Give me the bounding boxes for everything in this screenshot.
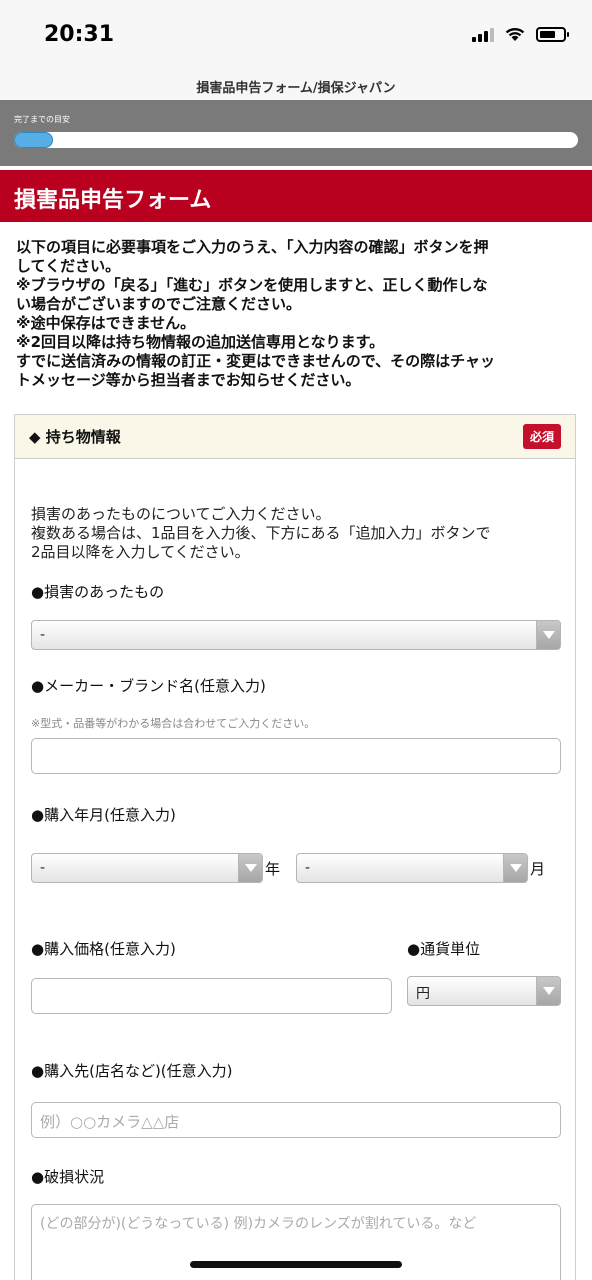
- intro-line: ※途中保存はできません。: [16, 314, 196, 332]
- battery-icon: [536, 26, 569, 42]
- status-bar: 20:31: [0, 0, 592, 70]
- progress-label: 完了までの目安: [14, 115, 70, 124]
- intro-line: い場合がございますのでご注意ください。: [16, 295, 302, 313]
- damage-placeholder: (どの部分が)(どうなっている) 例)カメラのレンズが割れている。など: [40, 1216, 477, 1232]
- store-placeholder: 例）○○カメラ△△店: [40, 1113, 180, 1131]
- required-badge: 必須: [522, 424, 561, 449]
- maker-input[interactable]: [31, 738, 561, 774]
- section-description-line: 2品目以降を入力してください。: [31, 543, 250, 561]
- intro-line: ※2回目以降は持ち物情報の追加送信専用となります。: [16, 333, 385, 351]
- progress-fill: [14, 132, 54, 148]
- currency-label: ●通貨単位: [407, 940, 481, 958]
- intro-text: 以下の項目に必要事項をご入力のうえ、「入力内容の確認」ボタンを押 してください。 ※…: [0, 222, 592, 390]
- damaged-item-value: -: [40, 627, 46, 643]
- wifi-icon: [505, 27, 525, 41]
- site-title: 損害品申告フォーム/損保ジャパン: [0, 70, 592, 100]
- status-time: 20:31: [44, 22, 115, 47]
- currency-select[interactable]: 円: [407, 976, 561, 1006]
- damage-label: ●破損状況: [31, 1168, 105, 1186]
- currency-value: 円: [416, 986, 430, 1002]
- damaged-item-select[interactable]: -: [31, 620, 561, 650]
- section-title: ◆ 持ち物情報: [29, 428, 121, 446]
- maker-label: ●メーカー・ブランド名(任意入力): [31, 677, 266, 695]
- store-input[interactable]: 例）○○カメラ△△店: [31, 1102, 561, 1138]
- purchase-date-label: ●購入年月(任意入力): [31, 806, 176, 824]
- intro-line: ※ブラウザの「戻る」「進む」ボタンを使用しますと、正しく動作しな: [16, 276, 488, 294]
- purchase-month-value: -: [305, 860, 311, 876]
- home-indicator: [190, 1261, 402, 1268]
- price-label: ●購入価格(任意入力): [31, 940, 176, 958]
- section-description: 損害のあったものについてご入力ください。 複数ある場合は、1品目を入力後、下方にあ…: [31, 505, 575, 562]
- year-suffix: 年: [265, 860, 281, 878]
- status-icons: [472, 26, 569, 42]
- chevron-down-icon: [238, 854, 262, 882]
- belongings-section: ◆ 持ち物情報 必須 損害のあったものについてご入力ください。 複数ある場合は、1…: [14, 414, 576, 1280]
- section-header: ◆ 持ち物情報 必須: [15, 415, 575, 459]
- intro-line: してください。: [16, 257, 121, 275]
- damaged-item-label: ●損害のあったもの: [31, 583, 165, 601]
- intro-line: 以下の項目に必要事項をご入力のうえ、「入力内容の確認」ボタンを押: [16, 238, 489, 256]
- section-description-line: 複数ある場合は、1品目を入力後、下方にある「追加入力」ボタンで: [31, 524, 491, 542]
- cellular-signal-icon: [472, 26, 494, 42]
- intro-line: すでに送信済みの情報の訂正・変更はできませんので、その際はチャッ: [16, 352, 495, 370]
- damage-textarea[interactable]: (どの部分が)(どうなっている) 例)カメラのレンズが割れている。など: [31, 1204, 561, 1280]
- chevron-down-icon: [503, 854, 527, 882]
- progress-bar: [14, 132, 578, 148]
- chevron-down-icon: [536, 621, 560, 649]
- progress-area: 完了までの目安: [0, 100, 592, 166]
- store-label: ●購入先(店名など)(任意入力): [31, 1062, 233, 1080]
- chevron-down-icon: [536, 977, 560, 1005]
- price-input[interactable]: [31, 978, 392, 1014]
- maker-note: ※型式・品番等がわかる場合は合わせてご入力ください。: [31, 717, 316, 730]
- purchase-year-value: -: [40, 860, 46, 876]
- section-body: 損害のあったものについてご入力ください。 複数ある場合は、1品目を入力後、下方にあ…: [15, 505, 575, 562]
- month-suffix: 月: [530, 860, 546, 878]
- purchase-month-select[interactable]: -: [296, 853, 528, 883]
- section-description-line: 損害のあったものについてご入力ください。: [31, 505, 331, 523]
- form-title: 損害品申告フォーム: [0, 170, 592, 222]
- purchase-year-select[interactable]: -: [31, 853, 263, 883]
- intro-line: トメッセージ等から担当者までお知らせください。: [16, 371, 361, 389]
